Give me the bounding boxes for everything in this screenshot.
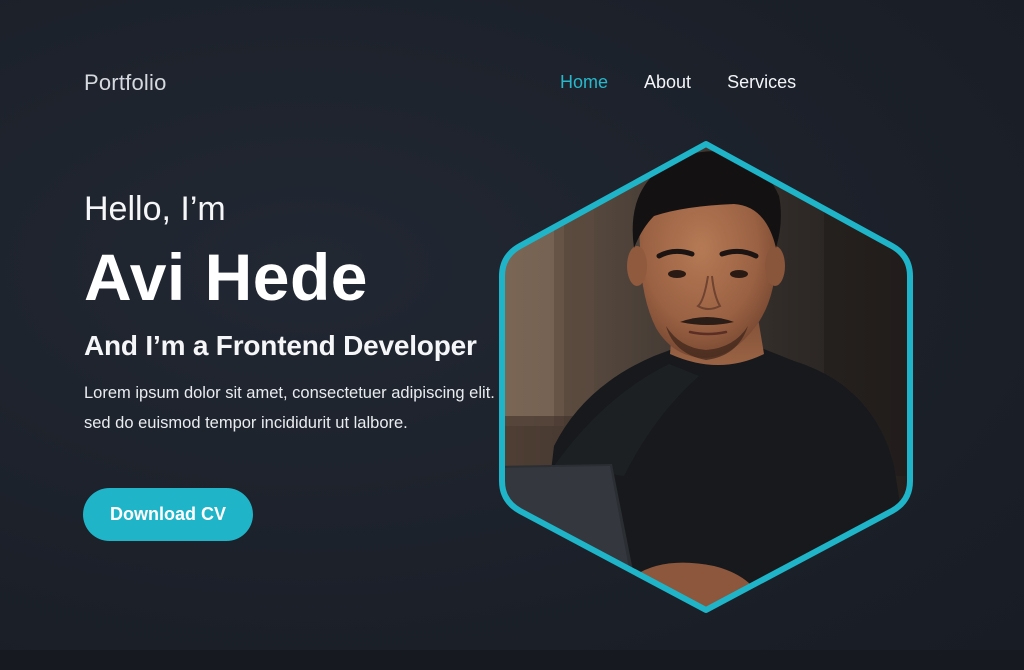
main-nav: Home About Services [560,72,796,93]
hero-text: Hello, I’m Avi Hede And I’m a Frontend D… [84,190,514,438]
download-cv-button[interactable]: Download CV [83,488,253,541]
portrait-photo [499,141,913,613]
hero-name: Avi Hede [84,240,368,314]
nav-services-link[interactable]: Services [727,72,796,93]
nav-home-link[interactable]: Home [560,72,608,93]
page-footer-strip [0,650,1024,670]
portrait-hexagon [494,136,918,616]
hero-greeting: Hello, I’m [84,190,226,228]
hero-bio: Lorem ipsum dolor sit amet, consectetuer… [84,383,495,432]
hero-page: Portfolio Home About Services Hello, I’m… [0,0,1024,670]
hero-role: And I’m a Frontend Developer [84,329,477,361]
nav-about-link[interactable]: About [644,72,691,93]
site-logo[interactable]: Portfolio [84,70,167,96]
